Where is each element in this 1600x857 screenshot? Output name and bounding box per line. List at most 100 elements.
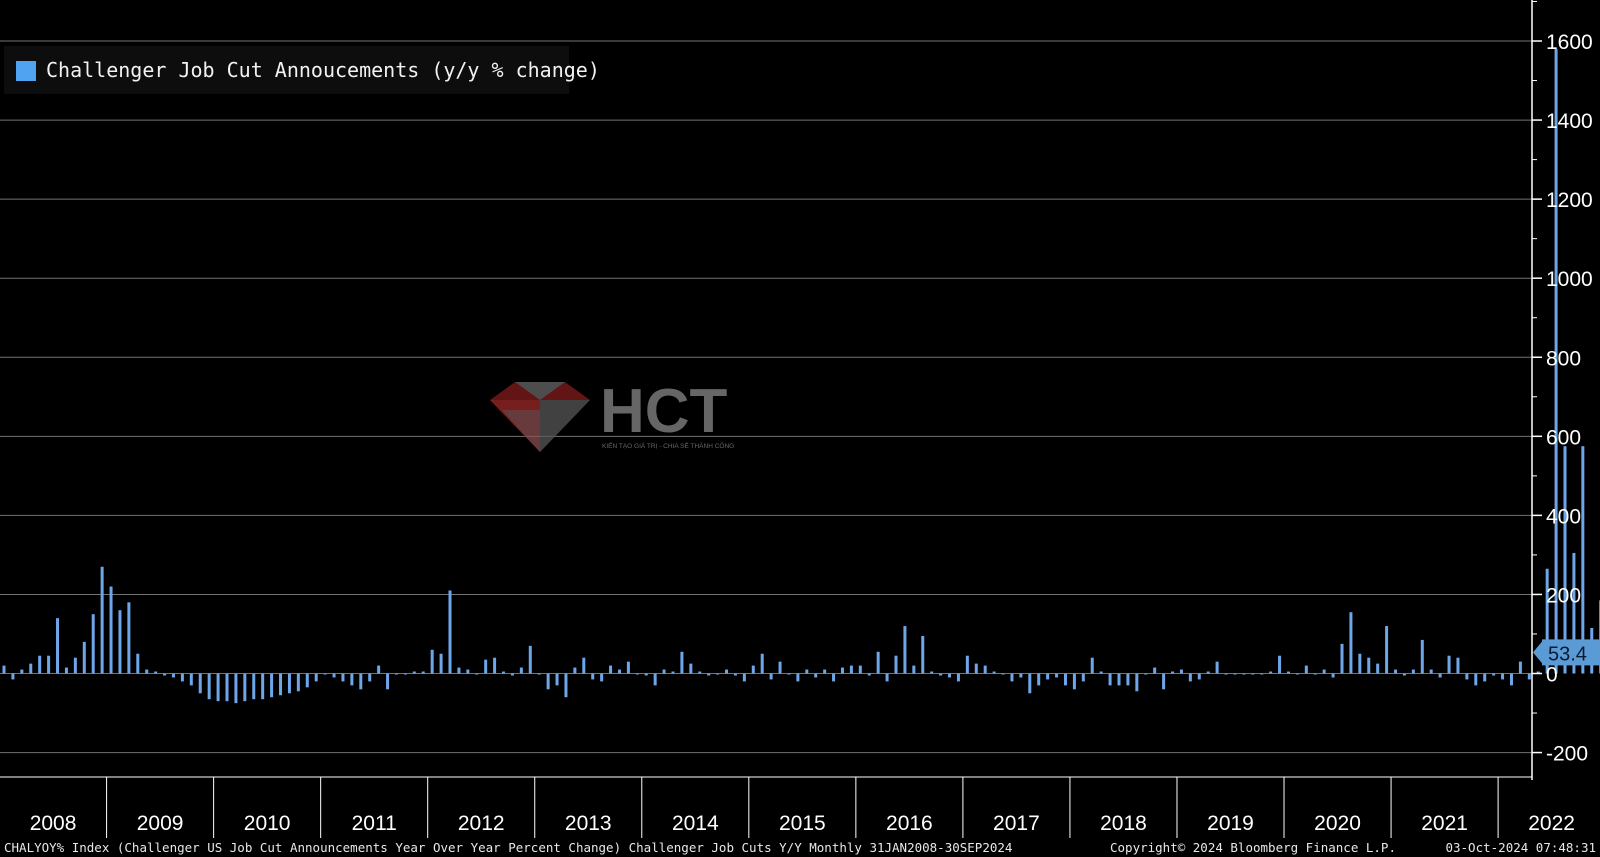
x-tick-label: 2008 [30, 812, 77, 835]
bar [118, 610, 122, 674]
bar [751, 665, 755, 674]
bar [296, 673, 300, 692]
bar [573, 667, 577, 674]
bar [537, 673, 541, 675]
bar [1367, 657, 1371, 674]
bar [617, 669, 621, 674]
bar [591, 673, 595, 680]
bar [1483, 673, 1487, 682]
bar [965, 655, 969, 674]
bar [1331, 673, 1335, 678]
bar [1465, 673, 1469, 680]
y-tick-label: 1200 [1546, 189, 1593, 212]
y-tick-label: 1600 [1546, 31, 1593, 54]
footer-date: 03-Oct-2024 07:48:31 [1445, 840, 1596, 855]
bar [109, 586, 113, 674]
bar [377, 665, 381, 674]
bar [145, 669, 149, 674]
bar [609, 665, 613, 674]
bar [644, 673, 648, 676]
x-tick-label: 2019 [1207, 812, 1254, 835]
bar [832, 673, 836, 682]
bar [1527, 673, 1531, 680]
bar [1501, 673, 1505, 680]
bar [1171, 671, 1175, 674]
x-tick-label: 2020 [1314, 812, 1361, 835]
bar [1340, 643, 1344, 674]
bar [100, 566, 104, 674]
x-tick-label: 2009 [137, 812, 184, 835]
bar [1215, 661, 1219, 674]
bar [430, 649, 434, 674]
bar [1081, 673, 1085, 682]
bar [163, 673, 167, 676]
last-value-label: 53.4 [1548, 643, 1587, 665]
bar [1492, 673, 1496, 676]
bar [948, 673, 952, 678]
bar [38, 655, 42, 674]
bar [136, 653, 140, 674]
bar [154, 671, 158, 674]
bar [412, 671, 416, 674]
bar [671, 671, 675, 674]
bar [484, 659, 488, 674]
bar [1269, 671, 1273, 674]
bar [1037, 673, 1041, 686]
legend-swatch [16, 61, 36, 81]
bar [403, 673, 407, 675]
bar [1447, 655, 1451, 674]
bar [956, 673, 960, 682]
bar [716, 673, 720, 675]
bar [1394, 669, 1398, 674]
bar [502, 671, 506, 674]
bar [760, 653, 764, 674]
bar [885, 673, 889, 682]
x-tick-label: 2012 [458, 812, 505, 835]
bar [1438, 673, 1442, 678]
bar [1304, 665, 1308, 674]
bar [466, 669, 470, 674]
bar [939, 673, 943, 676]
bar [1295, 673, 1299, 675]
bar [1010, 673, 1014, 682]
last-value-badge: 53.4 [1533, 639, 1600, 666]
bar [91, 614, 95, 674]
bar [1046, 673, 1050, 680]
bar [1099, 671, 1103, 674]
bar [1429, 669, 1433, 674]
bar [73, 657, 77, 674]
bar [1090, 657, 1094, 674]
bar [1233, 673, 1237, 675]
bar [1278, 655, 1282, 674]
bar [350, 673, 354, 686]
footer: CHALYOY% Index (Challenger US Job Cut An… [0, 838, 1600, 857]
bar [1385, 626, 1389, 674]
x-tick-label: 2017 [993, 812, 1040, 835]
bar [600, 673, 604, 682]
bar [314, 673, 318, 682]
bar [207, 673, 211, 700]
bar [698, 671, 702, 674]
bar [47, 655, 51, 674]
bar [1322, 669, 1326, 674]
bar [867, 673, 871, 676]
x-tick-label: 2011 [352, 812, 397, 835]
bar [1456, 657, 1460, 674]
bar [823, 669, 827, 674]
watermark-brand: HCT [600, 380, 728, 446]
bar [1251, 673, 1255, 675]
bar [359, 673, 363, 690]
bar [876, 651, 880, 674]
bar [64, 667, 68, 674]
bar [546, 673, 550, 690]
x-tick-label: 2013 [565, 812, 612, 835]
bar [814, 673, 818, 678]
bar [519, 667, 523, 674]
bar [421, 671, 425, 674]
bar [626, 661, 630, 674]
x-tick-label: 2022 [1528, 812, 1575, 835]
bar [1108, 673, 1112, 686]
x-tick-label: 2015 [779, 812, 826, 835]
bar [849, 665, 853, 674]
bar [1376, 663, 1380, 674]
